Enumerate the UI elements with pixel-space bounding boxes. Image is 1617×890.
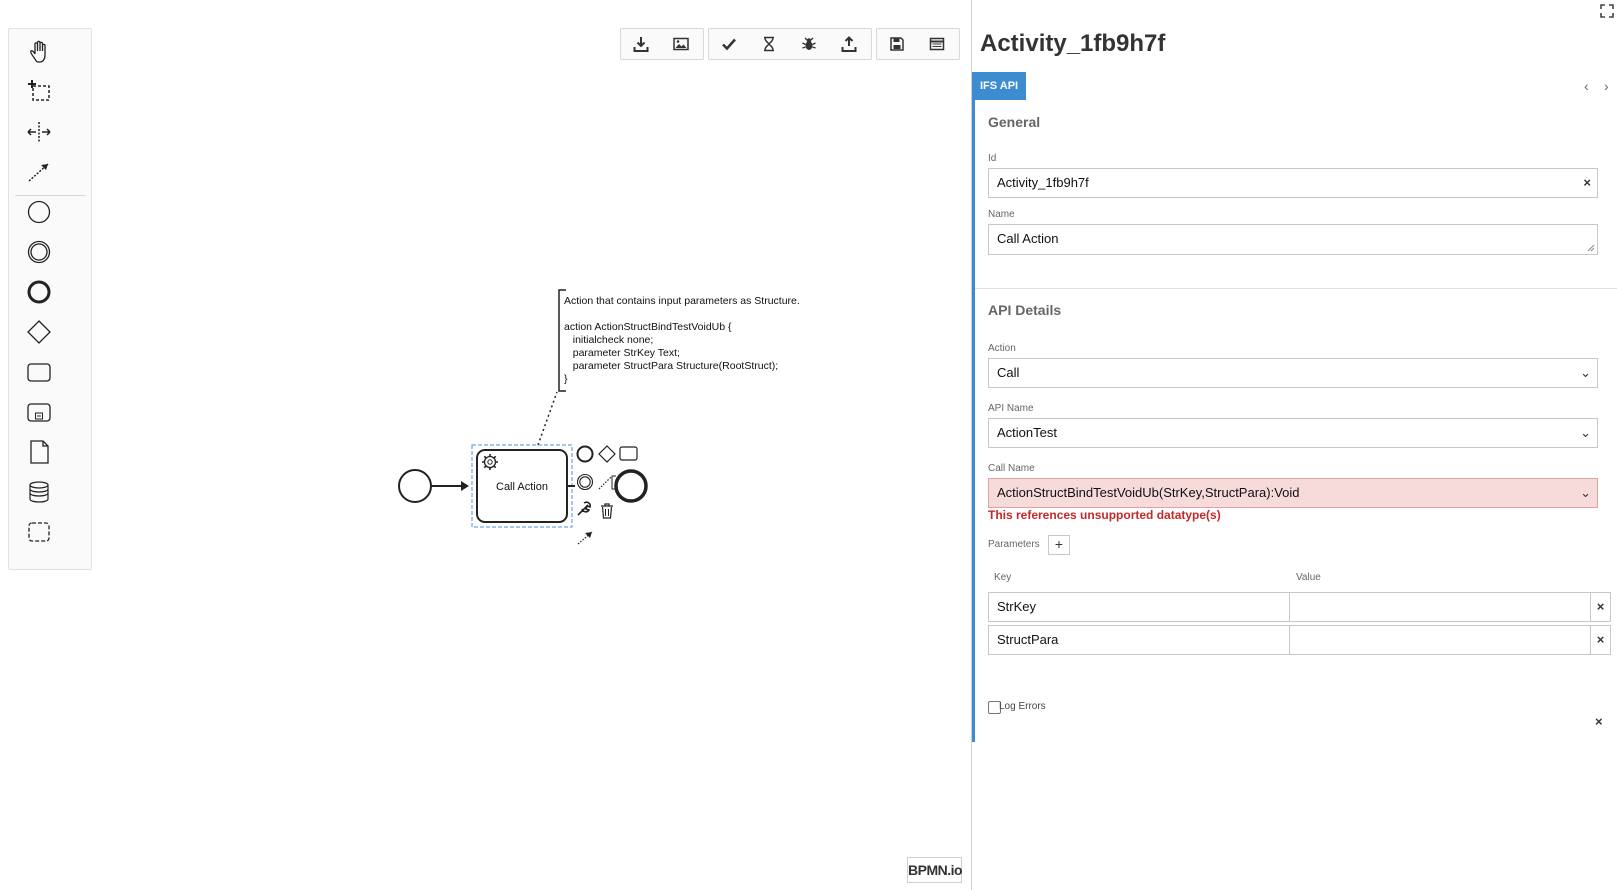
- remove-param-icon[interactable]: ×: [1591, 625, 1611, 655]
- remove-param-icon[interactable]: ×: [1591, 592, 1611, 622]
- append-text-annotation-icon[interactable]: [598, 475, 613, 490]
- bpmn-diagram: Action that contains input parameters as…: [398, 289, 800, 545]
- name-label: Name: [988, 209, 1015, 220]
- chevron-down-icon: ⌄: [1580, 485, 1591, 500]
- annotation-line: action ActionStructBindTestVoidUb {: [564, 321, 732, 333]
- annotation-line: Action that contains input parameters as…: [564, 295, 800, 307]
- annotation-line: parameter StructPara Structure(RootStruc…: [564, 360, 778, 372]
- key-column-header: Key: [994, 572, 1012, 583]
- append-task-icon[interactable]: [619, 446, 638, 461]
- chevron-down-icon: ⌄: [1580, 365, 1591, 380]
- task-label: Call Action: [496, 481, 548, 493]
- call-name-value: ActionStructBindTestVoidUb(StrKey,Struct…: [997, 485, 1300, 500]
- param-value-field[interactable]: [1289, 625, 1591, 655]
- fullscreen-icon[interactable]: [1600, 4, 1614, 18]
- action-label: Action: [988, 343, 1016, 354]
- start-event[interactable]: [398, 469, 432, 503]
- diagram-canvas[interactable]: Action that contains input parameters as…: [0, 0, 963, 890]
- append-end-event-icon[interactable]: [576, 445, 594, 463]
- tab-prev-chevron-icon[interactable]: ‹: [1584, 78, 1589, 94]
- append-gateway-icon[interactable]: [598, 445, 616, 463]
- properties-panel: Activity_1fb9h7f IFS API ‹ › General Id …: [971, 0, 1617, 890]
- tab-next-chevron-icon[interactable]: ›: [1604, 78, 1609, 94]
- value-column-header: Value: [1296, 572, 1321, 583]
- annotation-line: initialcheck none;: [564, 334, 653, 346]
- api-details-section-title: API Details: [988, 302, 1062, 318]
- tab-ifs-api[interactable]: IFS API: [972, 72, 1027, 100]
- annotation-line: parameter StrKey Text;: [564, 347, 680, 359]
- api-name-select[interactable]: ActionTest ⌄: [988, 418, 1598, 448]
- id-value: Activity_1fb9h7f: [997, 175, 1089, 190]
- api-name-label: API Name: [988, 403, 1034, 414]
- chevron-down-icon: ⌄: [1580, 425, 1591, 440]
- id-field[interactable]: Activity_1fb9h7f ×: [988, 168, 1598, 198]
- panel-title: Activity_1fb9h7f: [980, 30, 1166, 57]
- log-errors-label: Log Errors: [999, 701, 1046, 712]
- param-key-field[interactable]: StrKey: [988, 592, 1290, 622]
- clear-id-icon[interactable]: ×: [1583, 169, 1591, 197]
- delete-trash-icon[interactable]: [601, 503, 613, 519]
- name-value: Call Action: [997, 231, 1059, 246]
- action-value: Call: [997, 365, 1020, 380]
- parameters-label: Parameters: [988, 539, 1040, 550]
- general-section-title: General: [988, 114, 1041, 130]
- annotation-association[interactable]: [537, 391, 558, 446]
- api-name-value: ActionTest: [997, 425, 1057, 440]
- section-divider: [975, 288, 1617, 289]
- annotation-line: }: [564, 373, 568, 385]
- name-field[interactable]: Call Action: [988, 224, 1598, 255]
- change-type-wrench-icon[interactable]: [577, 501, 591, 516]
- sequence-flow-arrowhead: [461, 481, 469, 491]
- close-icon[interactable]: ×: [1595, 714, 1603, 729]
- id-label: Id: [988, 153, 997, 164]
- param-key-field[interactable]: StructPara: [988, 625, 1290, 655]
- param-value-field[interactable]: [1289, 592, 1591, 622]
- call-name-label: Call Name: [988, 463, 1035, 474]
- action-select[interactable]: Call ⌄: [988, 358, 1598, 388]
- bpmn-io-logo[interactable]: BPMN.io: [907, 857, 963, 883]
- call-name-select[interactable]: ActionStructBindTestVoidUb(StrKey,Struct…: [988, 478, 1598, 508]
- add-parameter-button[interactable]: +: [1048, 535, 1070, 555]
- resize-handle-icon[interactable]: [1587, 244, 1595, 252]
- call-name-error: This references unsupported datatype(s): [988, 508, 1221, 522]
- panel-accent-bar: [972, 72, 975, 742]
- end-event[interactable]: [614, 469, 648, 503]
